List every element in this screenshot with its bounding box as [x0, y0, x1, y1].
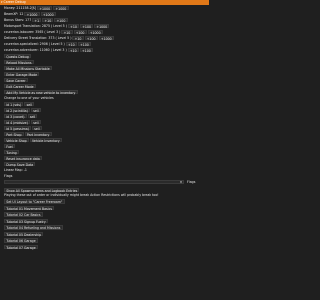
- money-label: Money: 211158.2[$]: [4, 6, 37, 10]
- tutorial-button[interactable]: Tutorial 07 Garage: [4, 244, 38, 250]
- delivery-label: Delivery Street Translation: 373 ( Level…: [4, 36, 72, 40]
- fuel-button[interactable]: Fuel: [4, 143, 15, 149]
- flags-label: Flags: [4, 174, 13, 178]
- save-career-button[interactable]: Save Career: [4, 77, 28, 83]
- reset-insurance-button[interactable]: Reset insurance data: [4, 155, 43, 161]
- dump-save-button[interactable]: Dump Save Data: [4, 161, 36, 167]
- tutorial-button[interactable]: Tutorial 01 Movement Basics: [4, 205, 55, 211]
- vehicle-sell-button[interactable]: sell: [32, 125, 42, 131]
- make-missions-startable-button[interactable]: Make All Missions Startable: [4, 65, 52, 71]
- enter-garage-mode-button[interactable]: Enter Garage Mode: [4, 71, 40, 77]
- tutorial-button[interactable]: Tutorial 05 Dealership: [4, 231, 44, 237]
- labourer-add-1000-button[interactable]: +1000: [87, 29, 103, 35]
- flags-combo-label: Flags: [187, 180, 196, 184]
- show-all-button[interactable]: Show All Spawnscreens and Logbook Entrie…: [4, 187, 80, 193]
- vehicle-select-button[interactable]: id 4 (midsize): [4, 119, 31, 125]
- flags-combo[interactable]: ▼: [4, 179, 184, 185]
- labourer-add-10-button[interactable]: +10: [61, 29, 73, 35]
- specialized-add-10-button[interactable]: +10: [65, 41, 77, 47]
- exit-career-button[interactable]: Exit Career Mode: [4, 83, 36, 89]
- vehicle-inventory-button[interactable]: Vehicle Inventory: [29, 137, 62, 143]
- part-inventory-button[interactable]: Part Inventory: [24, 131, 52, 137]
- vehicle-sell-button[interactable]: sell: [24, 101, 35, 107]
- bonus-stars-add-10-button[interactable]: +10: [42, 17, 54, 23]
- vehicle-select-button[interactable]: id 1 (vds): [4, 101, 24, 107]
- bonus-stars-add-100-button[interactable]: +100: [54, 17, 68, 23]
- linear-map-label: Linear Map: -1: [4, 168, 27, 172]
- tutorial-button[interactable]: Tutorial 02 Car Basics: [4, 212, 43, 217]
- motorsport-add-100-button[interactable]: +100: [80, 23, 94, 29]
- delivery-add-100-button[interactable]: +100: [84, 35, 98, 41]
- chevron-down-icon: ▼: [180, 180, 182, 184]
- warning-text: Playing these out of order or individual…: [4, 193, 159, 197]
- money-add-1000b-button[interactable]: +1000: [53, 5, 69, 11]
- tutorial-button[interactable]: Tutorial 04 Refueling and Missions: [4, 225, 63, 230]
- bonus-stars-add-1-button[interactable]: +1: [32, 17, 42, 23]
- specialized-label: ccurerian.specialized: 2906 ( Level 5 ): [4, 42, 65, 46]
- debug-panel: Money: 211158.2[$] +1000 +1000 BeamXP: 1…: [4, 5, 207, 250]
- add-vehicle-button[interactable]: Add My Vehicle as new vehicle to invento…: [4, 89, 78, 95]
- adventurer-label: ccurerian.adventurer: 11060 ( Level 3 ): [4, 48, 67, 52]
- adventurer-add-10-button[interactable]: +10: [67, 47, 79, 53]
- motorsport-add-10-button[interactable]: +10: [67, 23, 80, 29]
- beamxp-add-1000-button[interactable]: +1000: [24, 11, 40, 17]
- adventurer-add-100-button[interactable]: +100: [79, 47, 93, 53]
- bonus-stars-label: Bonus Stars: 177: [4, 18, 32, 22]
- part-shop-button[interactable]: Part Shop: [4, 131, 24, 137]
- delivery-add-10-button[interactable]: +10: [72, 35, 84, 41]
- delivery-add-1000-button[interactable]: +1000: [98, 35, 114, 41]
- labourer-add-100-button[interactable]: +100: [73, 29, 87, 35]
- tutorial-button[interactable]: Tutorial 03 Signup Fuelry: [4, 218, 48, 224]
- specialized-add-100-button[interactable]: +100: [77, 41, 92, 47]
- vehicle-sell-button[interactable]: sell: [31, 107, 41, 113]
- labourer-label: ccurerian.labourer: 3565 ( Level 3 ): [4, 30, 61, 34]
- vehicle-sell-button[interactable]: sell: [31, 119, 41, 125]
- beamxp-label: BeamXP: 12: [4, 12, 24, 16]
- collapse-triangle-icon[interactable]: ▾: [1, 0, 3, 5]
- vehicle-select-button[interactable]: id 2 (scintilla): [4, 107, 31, 113]
- vehicle-shop-button[interactable]: Vehicle Shop: [4, 137, 29, 143]
- motorsport-label: Motorsport Translation: 2875 ( Level 5 ): [4, 24, 67, 28]
- vehicle-select-button[interactable]: id 3 (covet): [4, 113, 27, 119]
- vehicle-select-button[interactable]: id 5 (pessima): [4, 125, 32, 131]
- motorsport-add-1000-button[interactable]: +1000: [94, 23, 110, 29]
- change-vehicle-label: Change to one of your vehicles: [4, 96, 54, 100]
- quests-debug-button[interactable]: Quests Debug: [4, 53, 31, 59]
- vehicle-sell-button[interactable]: sell: [27, 113, 38, 119]
- flags-combo-row: ▼ Flags: [4, 179, 207, 185]
- tuning-button[interactable]: Tuning: [4, 149, 19, 155]
- money-add-1000-button[interactable]: +1000: [37, 5, 53, 11]
- reload-missions-button[interactable]: Reload Missions: [4, 59, 34, 65]
- tutorial-layout-button[interactable]: Set UI Layout to "Career Freeroam": [4, 199, 65, 204]
- beamxp-add-1000b-button[interactable]: +1000: [40, 11, 56, 17]
- tutorial-button[interactable]: Tutorial 06 Garage: [4, 238, 38, 243]
